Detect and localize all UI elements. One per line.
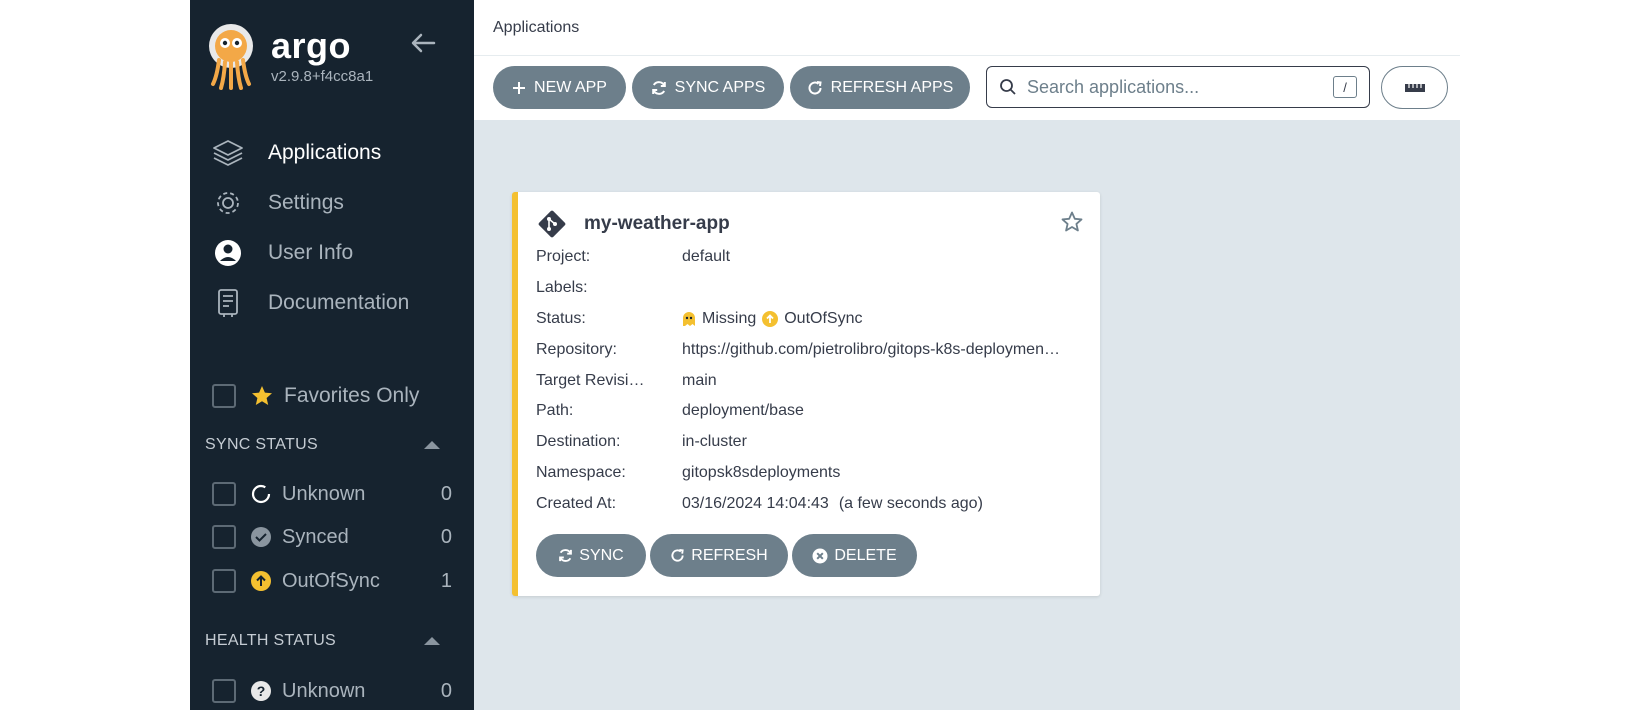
sidebar: argo v2.9.8+f4cc8a1 Applications Setting…: [190, 0, 474, 710]
brand-version: v2.9.8+f4cc8a1: [271, 68, 374, 85]
user-circle-icon: [210, 235, 246, 271]
detail-row-path: Path: deployment/base: [536, 402, 804, 420]
created-at-value: 03/16/2024 14:04:43: [682, 494, 829, 512]
sidebar-item-label: Documentation: [268, 291, 410, 314]
health-status-header[interactable]: HEALTH STATUS: [205, 632, 450, 650]
filter-label: Unknown: [282, 679, 366, 702]
sync-button[interactable]: SYNC: [536, 534, 646, 577]
filter-count: 1: [440, 569, 452, 592]
page-title: Applications: [493, 18, 580, 36]
sidebar-item-settings[interactable]: Settings: [210, 178, 460, 228]
svg-text:?: ?: [257, 683, 266, 699]
layers-icon: [210, 135, 246, 171]
filter-checkbox[interactable]: [212, 482, 236, 506]
favorites-filter[interactable]: Favorites Only: [212, 384, 419, 408]
filter-checkbox[interactable]: [212, 679, 236, 703]
filter-health-unknown[interactable]: ? Unknown 0: [212, 676, 452, 706]
detail-row-created-at: Created At: 03/16/2024 14:04:43 (a few s…: [536, 494, 983, 512]
sidebar-item-label: User Info: [268, 241, 354, 264]
check-circle-icon: [250, 526, 272, 548]
sidebar-item-documentation[interactable]: Documentation: [210, 278, 460, 328]
favorite-star-icon[interactable]: [1060, 210, 1084, 234]
filter-sync-synced[interactable]: Synced 0: [212, 522, 452, 552]
favorites-checkbox[interactable]: [212, 384, 236, 408]
ghost-icon: [683, 311, 695, 326]
sync-status-header[interactable]: SYNC STATUS: [205, 436, 450, 454]
filter-label: Synced: [282, 525, 349, 548]
detail-row-destination: Destination: in-cluster: [536, 433, 747, 451]
created-at-relative: (a few seconds ago): [838, 494, 983, 512]
filter-label: OutOfSync: [282, 569, 380, 592]
detail-row-repository: Repository: https://github.com/pietrolib…: [536, 340, 1060, 358]
new-app-button[interactable]: NEW APP: [493, 66, 626, 109]
view-mode-button[interactable]: [1381, 66, 1448, 109]
sidebar-item-label: Settings: [268, 191, 344, 214]
sidebar-item-applications[interactable]: Applications: [210, 128, 460, 178]
docs-icon: [210, 285, 246, 321]
refresh-icon: [808, 80, 822, 95]
gear-icon: [210, 185, 246, 221]
health-status-text: Missing: [702, 309, 757, 327]
collapse-caret-icon[interactable]: [424, 441, 440, 449]
app-card[interactable]: my-weather-app Project: default Labels: …: [512, 192, 1100, 596]
argo-logo-icon: [209, 24, 253, 90]
app-details: Project: default Labels: Status: Missing…: [536, 242, 1082, 519]
sync-icon: [651, 80, 666, 95]
sync-status-title: SYNC STATUS: [205, 436, 318, 453]
filter-count: 0: [440, 482, 452, 505]
filter-checkbox[interactable]: [212, 525, 236, 549]
question-circle-icon: ?: [250, 680, 272, 702]
filter-count: 0: [440, 679, 452, 702]
collapse-sidebar-icon[interactable]: [408, 28, 438, 58]
detail-row-namespace: Namespace: gitopsk8sdeployments: [536, 463, 841, 481]
app-name[interactable]: my-weather-app: [584, 213, 730, 235]
arrow-up-circle-icon: [250, 570, 272, 592]
refresh-apps-button[interactable]: REFRESH APPS: [790, 66, 970, 109]
collapse-caret-icon[interactable]: [424, 637, 440, 645]
sidebar-item-label: Applications: [268, 141, 382, 164]
main-content: Applications NEW APP SYNC APPS REFRESH A…: [474, 0, 1460, 710]
star-icon: [252, 386, 272, 405]
filter-sync-outofsync[interactable]: OutOfSync 1: [212, 566, 452, 596]
refresh-button[interactable]: REFRESH: [650, 534, 788, 577]
filter-sync-unknown[interactable]: Unknown 0: [212, 479, 452, 509]
page-header: Applications: [474, 0, 1460, 56]
search-bar[interactable]: Search applications... /: [986, 66, 1370, 108]
filter-label: Unknown: [282, 482, 366, 505]
detail-row-project: Project: default: [536, 248, 731, 266]
favorites-label: Favorites Only: [284, 384, 420, 407]
filter-count: 0: [440, 525, 452, 548]
sidebar-item-user-info[interactable]: User Info: [210, 228, 460, 278]
git-icon: [538, 210, 566, 238]
ruler-icon: [1404, 83, 1425, 92]
search-icon: [1000, 79, 1016, 95]
sync-status-text: OutOfSync: [784, 309, 863, 327]
toolbar: NEW APP SYNC APPS REFRESH APPS Search ap…: [474, 56, 1460, 120]
detail-row-status: Status: Missing OutOfSync: [536, 309, 863, 327]
brand-name: argo: [271, 25, 352, 66]
out-of-sync-icon: [762, 310, 779, 327]
search-shortcut-key: /: [1333, 76, 1357, 98]
refresh-icon: [671, 548, 684, 562]
circle-notch-icon: [250, 483, 272, 505]
sidebar-nav: Applications Settings User Info Document…: [210, 128, 460, 328]
sync-apps-button[interactable]: SYNC APPS: [632, 66, 784, 109]
detail-row-labels: Labels:: [536, 279, 588, 297]
close-circle-icon: [812, 548, 828, 563]
brand: argo v2.9.8+f4cc8a1: [205, 22, 373, 90]
detail-row-target-revision: Target Revisi… main: [536, 371, 717, 389]
health-status-title: HEALTH STATUS: [205, 632, 337, 649]
sync-icon: [559, 549, 573, 562]
delete-button[interactable]: DELETE: [792, 534, 917, 577]
plus-icon: [513, 81, 526, 94]
search-input[interactable]: Search applications...: [1027, 77, 1333, 98]
filter-checkbox[interactable]: [212, 569, 236, 593]
